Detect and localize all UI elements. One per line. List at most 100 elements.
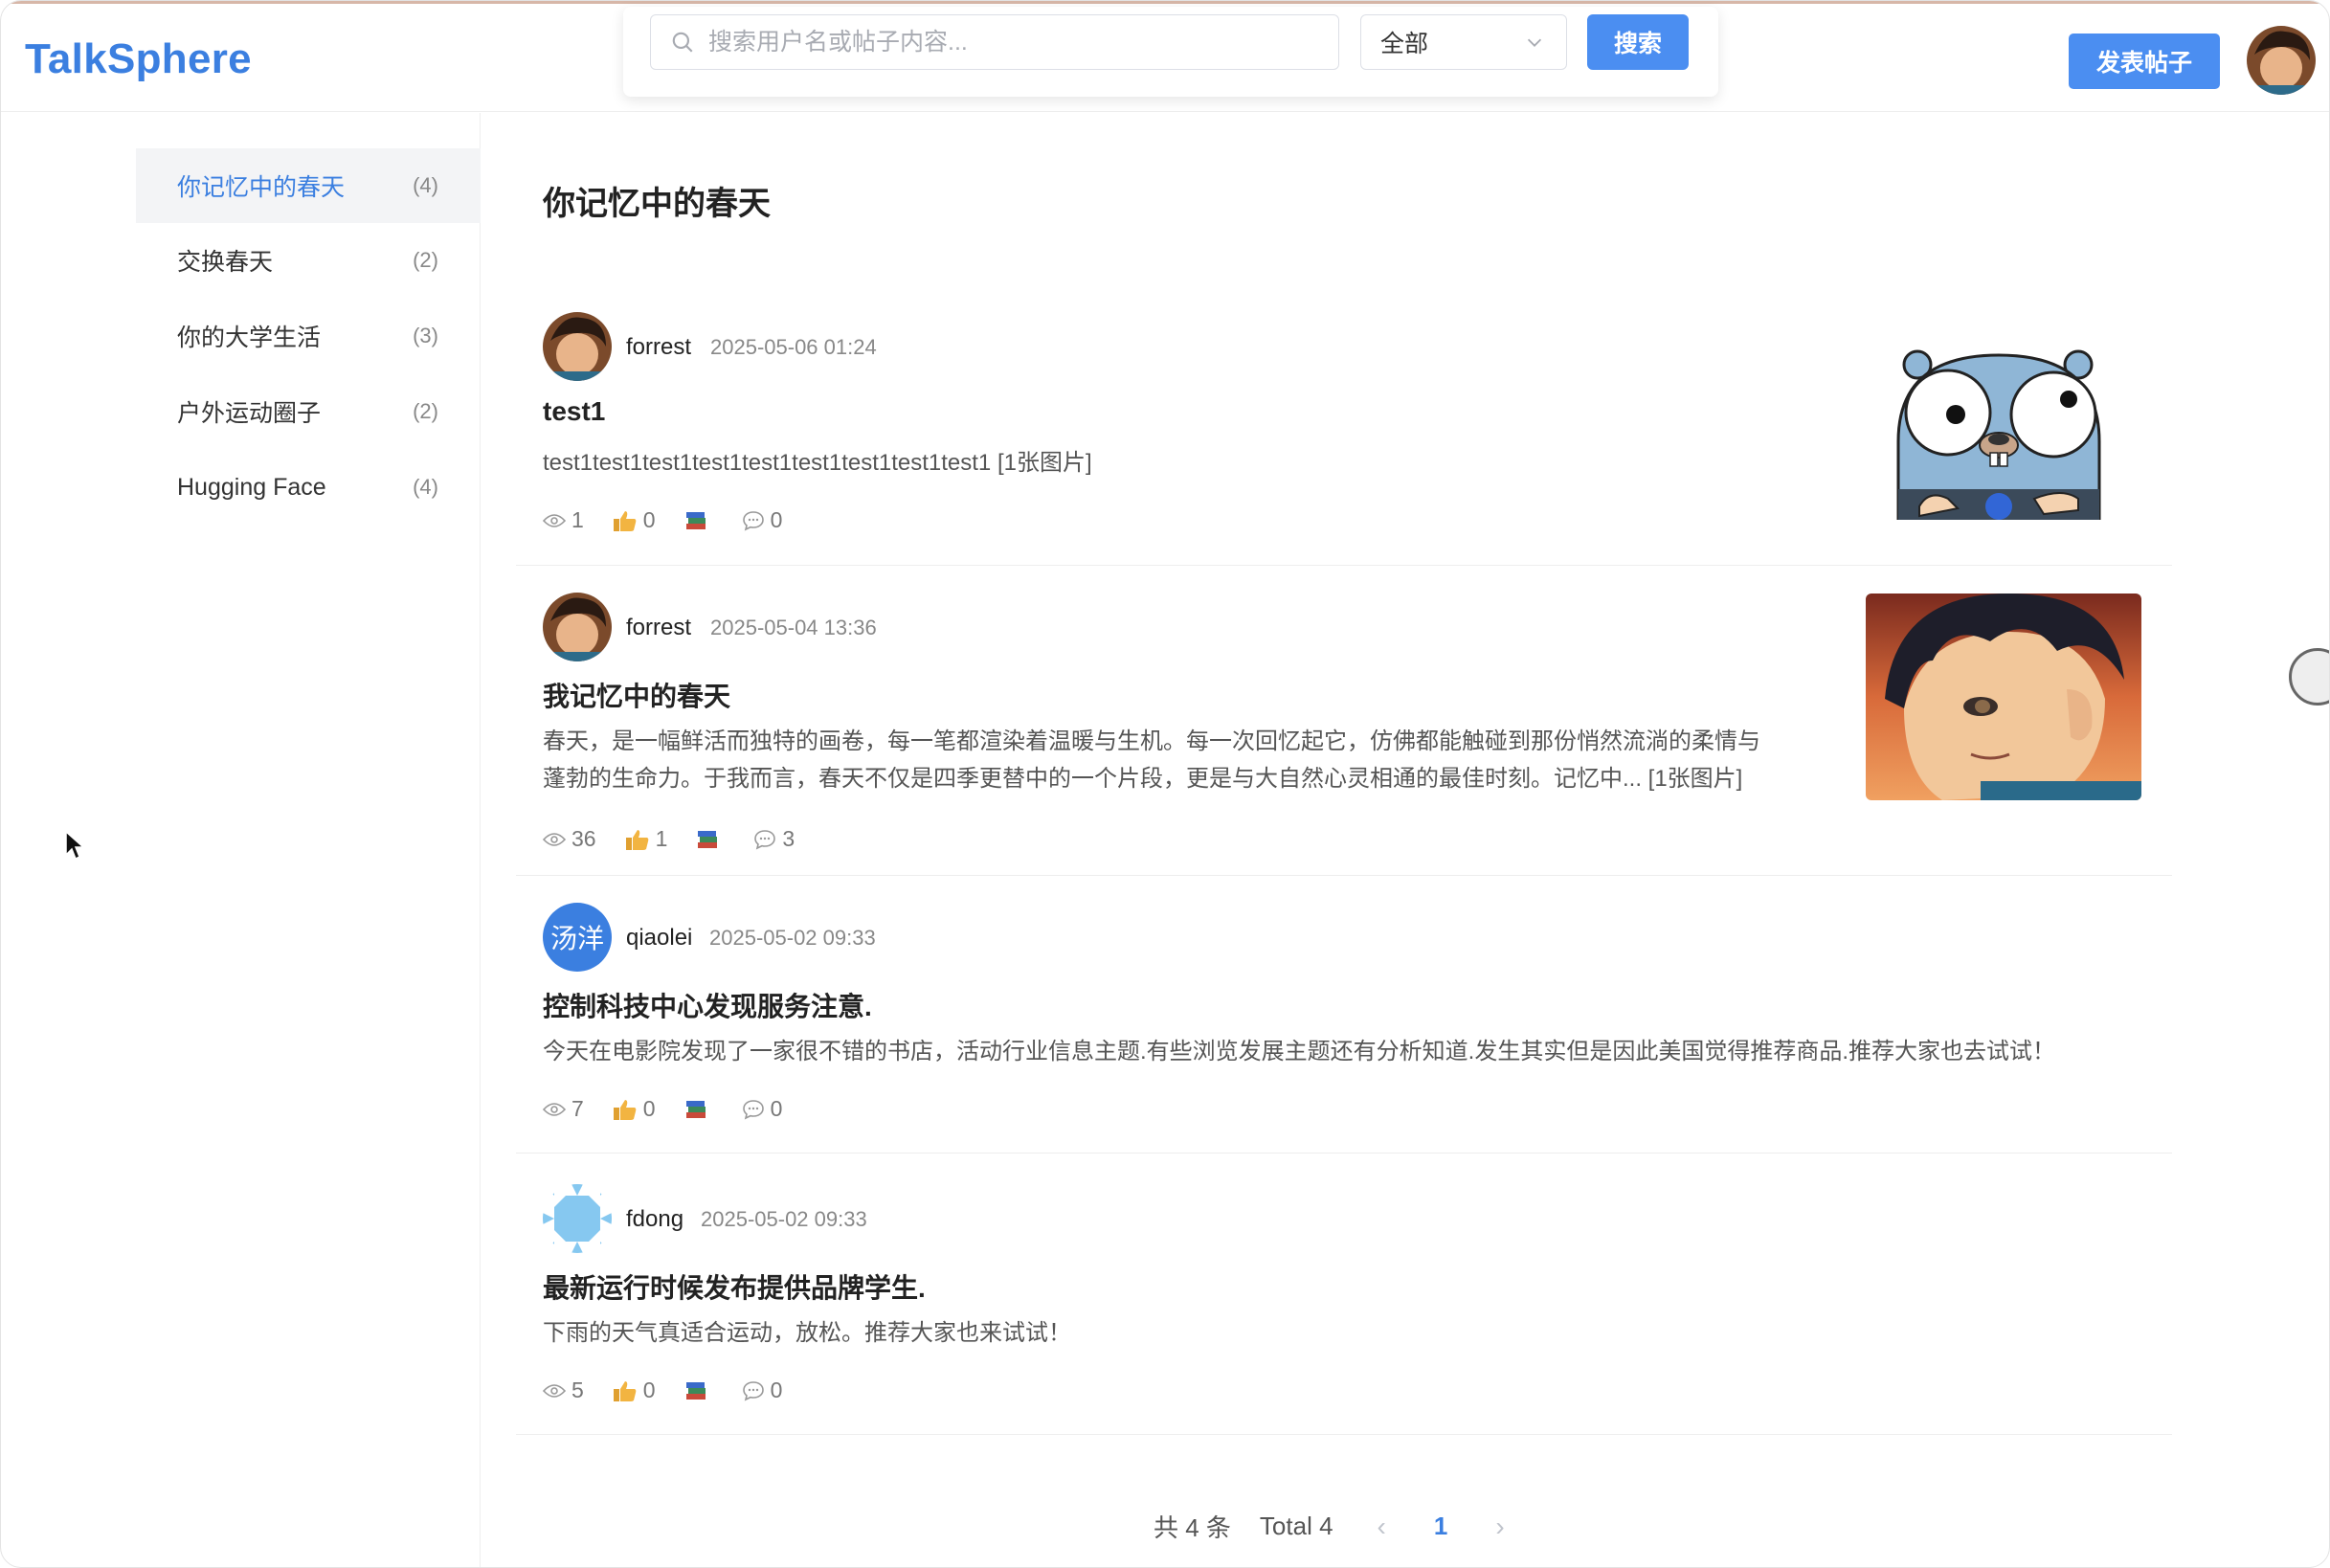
category-label: 户外运动圈子: [177, 400, 322, 427]
publish-post-button[interactable]: 发表帖子: [2069, 34, 2220, 89]
comment-count: 0: [770, 1378, 783, 1402]
post-excerpt: 今天在电影院发现了一家很不错的书店，活动行业信息主题.有些浏览发展主题还有分析知…: [543, 1039, 2055, 1064]
sidebar-item-category[interactable]: Hugging Face (4): [136, 450, 481, 525]
post-stats: 7 0 0: [543, 1096, 811, 1122]
comment-button[interactable]: 0: [742, 507, 783, 533]
sidebar-item-category[interactable]: 交换春天 (2): [136, 223, 481, 298]
like-button[interactable]: 0: [613, 1096, 656, 1122]
category-label: 你的大学生活: [177, 325, 322, 351]
sidebar-item-category[interactable]: 户外运动圈子 (2): [136, 374, 481, 449]
comment-count: 0: [770, 1096, 783, 1121]
eye-icon: [543, 1102, 566, 1116]
chevron-left-icon[interactable]: ‹: [1378, 1512, 1386, 1542]
view-count: 36: [571, 826, 596, 851]
post-time: 2025-05-02 09:33: [701, 1207, 867, 1231]
comment-button[interactable]: 0: [742, 1096, 783, 1122]
thumbs-up-icon: [613, 1380, 637, 1401]
comment-icon: [742, 1099, 764, 1119]
comment-icon: [754, 829, 776, 849]
comment-button[interactable]: 0: [742, 1378, 783, 1403]
search-icon: [672, 32, 693, 53]
category-label: 交换春天: [177, 249, 274, 276]
chevron-down-icon: [1527, 38, 1542, 47]
author-name[interactable]: forrest: [626, 334, 691, 361]
eye-icon: [543, 513, 566, 527]
search-scope-value: 全部: [1380, 31, 1429, 57]
author-avatar[interactable]: [543, 1184, 612, 1253]
sidebar-item-category[interactable]: 你的大学生活 (3): [136, 299, 481, 373]
author-name[interactable]: fdong: [626, 1206, 683, 1233]
sidebar-item-category[interactable]: 你记忆中的春天 (4): [136, 148, 481, 223]
bookmark-button[interactable]: [684, 510, 713, 531]
comment-count: 3: [782, 826, 795, 851]
post-stats: 5 0 0: [543, 1378, 811, 1403]
search-button[interactable]: 搜索: [1587, 14, 1689, 70]
like-button[interactable]: 0: [613, 507, 656, 533]
bookmark-button[interactable]: [696, 829, 725, 850]
like-count: 0: [642, 507, 656, 532]
post-excerpt: test1test1test1test1test1test1test1test1…: [543, 450, 1092, 476]
floating-widget-button[interactable]: [2289, 648, 2329, 706]
books-icon: [698, 830, 718, 848]
category-count: (2): [413, 248, 438, 272]
books-icon: [685, 1381, 706, 1400]
page-title: 你记忆中的春天: [543, 186, 771, 222]
post-thumbnail-gopher[interactable]: [1891, 346, 2107, 520]
author-avatar[interactable]: [543, 312, 612, 381]
page-number-current[interactable]: 1: [1434, 1512, 1447, 1541]
search-input-wrapper[interactable]: [650, 14, 1339, 70]
post-time: 2025-05-02 09:33: [709, 926, 876, 950]
view-count: 1: [571, 507, 584, 532]
post-excerpt-line: 春天，是一幅鲜活而独特的画卷，每一笔都渲染着温暖与生机。每一次回忆起它，仿佛都能…: [543, 728, 1760, 754]
like-count: 0: [642, 1378, 656, 1402]
post-item[interactable]: forrest 2025-05-06 01:24 test1 test1test…: [516, 288, 2172, 566]
author-avatar[interactable]: 汤洋: [543, 903, 612, 972]
post-time: 2025-05-06 01:24: [710, 335, 877, 359]
category-label: 你记忆中的春天: [177, 174, 346, 201]
thumbs-up-icon: [613, 510, 637, 531]
top-navbar: TalkSphere 全部 搜索 发表帖子: [1, 1, 2329, 112]
category-label: Hugging Face: [177, 473, 326, 501]
thumbs-up-icon: [613, 1099, 637, 1120]
comment-count: 0: [770, 507, 783, 532]
like-count: 0: [642, 1096, 656, 1121]
user-avatar[interactable]: [2247, 26, 2316, 95]
bookmark-button[interactable]: [684, 1099, 713, 1120]
post-title[interactable]: 我记忆中的春天: [543, 676, 730, 714]
comment-icon: [742, 1380, 764, 1400]
post-item[interactable]: fdong 2025-05-02 09:33 最新运行时候发布提供品牌学生. 下…: [516, 1154, 2172, 1435]
post-stats: 36 1 3: [543, 826, 823, 852]
like-button[interactable]: 1: [625, 826, 668, 852]
bookmark-button[interactable]: [684, 1380, 713, 1401]
like-button[interactable]: 0: [613, 1378, 656, 1403]
post-title[interactable]: test1: [543, 396, 605, 427]
books-icon: [685, 1100, 706, 1118]
app-logo[interactable]: TalkSphere: [25, 35, 252, 83]
search-scope-select[interactable]: 全部: [1360, 14, 1567, 70]
eye-icon: [543, 1383, 566, 1398]
author-avatar[interactable]: [543, 593, 612, 661]
thumbs-up-icon: [625, 829, 648, 850]
post-thumbnail-anime[interactable]: [1866, 594, 2141, 800]
author-name[interactable]: qiaolei: [626, 925, 692, 952]
comment-button[interactable]: 3: [753, 826, 795, 852]
post-title[interactable]: 控制科技中心发现服务注意.: [543, 986, 872, 1024]
chevron-right-icon[interactable]: ›: [1495, 1512, 1504, 1542]
post-stats: 1 0 0: [543, 507, 811, 533]
category-count: (4): [413, 475, 438, 499]
category-count: (2): [413, 399, 438, 423]
view-count: 5: [571, 1378, 584, 1402]
like-count: 1: [655, 826, 668, 851]
post-excerpt: 下雨的天气真适合运动，放松。推荐大家也来试试！: [543, 1320, 1071, 1346]
search-input[interactable]: [708, 28, 1321, 56]
mouse-cursor-icon: [65, 830, 85, 861]
post-item[interactable]: 汤洋 qiaolei 2025-05-02 09:33 控制科技中心发现服务注意…: [516, 876, 2172, 1154]
pagination-total-cn: 共 4 条: [1154, 1513, 1231, 1542]
post-item[interactable]: forrest 2025-05-04 13:36 我记忆中的春天 春天，是一幅鲜…: [516, 566, 2172, 876]
author-name[interactable]: forrest: [626, 615, 691, 641]
eye-icon: [543, 832, 566, 846]
post-title[interactable]: 最新运行时候发布提供品牌学生.: [543, 1267, 926, 1306]
post-excerpt-line: 蓬勃的生命力。于我而言，春天不仅是四季更替中的一个片段，更是与大自然心灵相通的最…: [543, 766, 1743, 792]
post-excerpt: 春天，是一幅鲜活而独特的画卷，每一笔都渲染着温暖与生机。每一次回忆起它，仿佛都能…: [543, 723, 1854, 797]
category-count: (3): [413, 324, 438, 347]
